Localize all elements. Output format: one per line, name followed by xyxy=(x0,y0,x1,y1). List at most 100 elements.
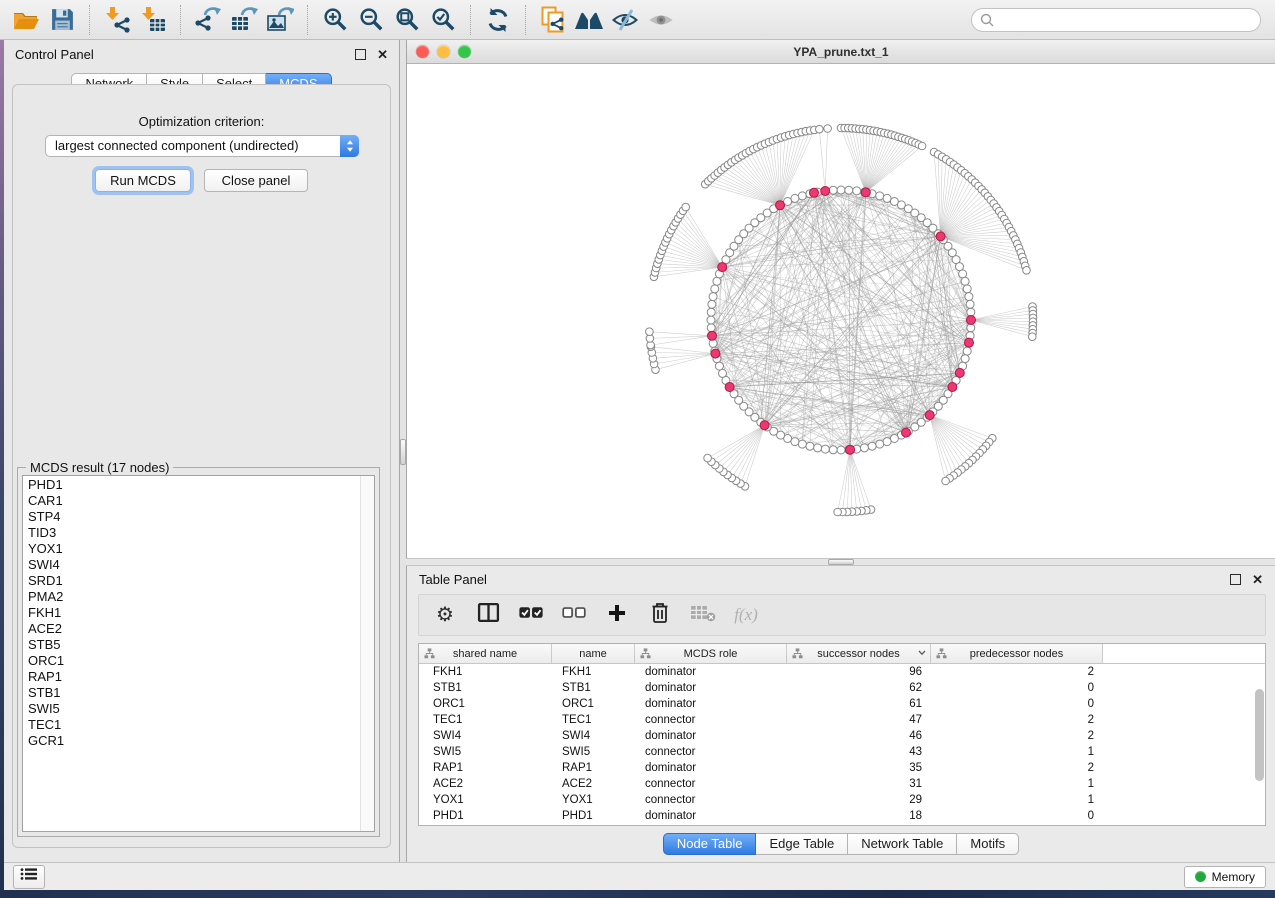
column-header-shared-name[interactable]: shared name xyxy=(419,644,552,663)
splitter-grip[interactable] xyxy=(828,559,854,565)
export-image-button[interactable] xyxy=(262,4,298,36)
tab-network-table[interactable]: Network Table xyxy=(848,833,957,855)
table-scrollbar[interactable] xyxy=(1255,665,1264,823)
graph-leaf-node[interactable] xyxy=(1023,267,1031,275)
graph-node[interactable] xyxy=(711,285,719,293)
mcds-result-item[interactable]: CAR1 xyxy=(23,493,361,509)
graph-node[interactable] xyxy=(791,438,799,446)
table-row[interactable]: SWI5SWI5connector431 xyxy=(419,744,1265,760)
graph-node[interactable] xyxy=(713,277,721,285)
import-table-button[interactable] xyxy=(135,4,171,36)
float-panel-icon[interactable] xyxy=(1230,574,1241,585)
graph-node[interactable] xyxy=(806,442,814,450)
deselect-all-rows-button[interactable] xyxy=(562,601,586,629)
hide-selected-button[interactable] xyxy=(607,4,643,36)
graph-mcds-node[interactable] xyxy=(948,383,957,392)
table-row[interactable]: PHD1PHD1dominator180 xyxy=(419,808,1265,824)
toggle-column-panel-button[interactable] xyxy=(476,601,500,629)
graph-node[interactable] xyxy=(837,186,845,194)
horizontal-splitter[interactable] xyxy=(406,558,1275,566)
create-column-button[interactable] xyxy=(605,601,629,629)
mcds-result-item[interactable]: SWI4 xyxy=(23,557,361,573)
column-header-successor-nodes[interactable]: successor nodes xyxy=(787,644,931,663)
tab-node-table[interactable]: Node Table xyxy=(663,833,757,855)
first-neighbors-button[interactable] xyxy=(571,4,607,36)
mcds-result-item[interactable]: STB5 xyxy=(23,637,361,653)
table-row[interactable]: TEC1TEC1connector472 xyxy=(419,712,1265,728)
close-panel-icon[interactable]: ✕ xyxy=(1252,573,1263,586)
graph-node[interactable] xyxy=(829,186,837,194)
mcds-result-item[interactable]: SWI5 xyxy=(23,701,361,717)
close-window-icon[interactable] xyxy=(416,45,429,58)
graph-node[interactable] xyxy=(876,440,884,448)
table-row[interactable]: ACE2ACE2connector311 xyxy=(419,776,1265,792)
mcds-result-item[interactable]: STP4 xyxy=(23,509,361,525)
graph-node[interactable] xyxy=(956,263,964,271)
scrollbar-thumb[interactable] xyxy=(1255,689,1264,781)
graph-mcds-node[interactable] xyxy=(776,201,785,210)
graph-mcds-node[interactable] xyxy=(718,263,727,272)
import-network-button[interactable] xyxy=(99,4,135,36)
graph-mcds-node[interactable] xyxy=(967,316,976,325)
mcds-list-scrollbar[interactable] xyxy=(360,476,374,831)
graph-node[interactable] xyxy=(876,192,884,200)
graph-node[interactable] xyxy=(715,362,723,370)
graph-node[interactable] xyxy=(798,192,806,200)
graph-node[interactable] xyxy=(961,355,969,363)
network-graph[interactable] xyxy=(407,64,1274,557)
graph-leaf-node[interactable] xyxy=(704,454,712,462)
graph-leaf-node[interactable] xyxy=(1029,333,1037,341)
graph-node[interactable] xyxy=(707,308,715,316)
refresh-view-button[interactable] xyxy=(480,4,516,36)
close-panel-icon[interactable]: ✕ xyxy=(377,48,388,61)
graph-mcds-node[interactable] xyxy=(902,428,911,437)
column-header-MCDS-role[interactable]: MCDS role xyxy=(635,644,787,663)
graph-node[interactable] xyxy=(890,435,898,443)
mcds-result-item[interactable]: ORC1 xyxy=(23,653,361,669)
clone-network-button[interactable] xyxy=(535,4,571,36)
mcds-result-item[interactable]: STB1 xyxy=(23,685,361,701)
graph-node[interactable] xyxy=(959,270,967,278)
delete-columns-button[interactable] xyxy=(648,601,672,629)
search-input[interactable] xyxy=(971,8,1261,32)
mcds-result-item[interactable]: TEC1 xyxy=(23,717,361,733)
mcds-result-item[interactable]: PHD1 xyxy=(23,477,361,493)
graph-node[interactable] xyxy=(967,324,975,332)
graph-node[interactable] xyxy=(798,440,806,448)
float-panel-icon[interactable] xyxy=(355,49,366,60)
graph-node[interactable] xyxy=(845,186,853,194)
graph-node[interactable] xyxy=(963,347,971,355)
graph-mcds-node[interactable] xyxy=(965,338,974,347)
graph-node[interactable] xyxy=(966,300,974,308)
graph-mcds-node[interactable] xyxy=(936,232,945,241)
export-network-button[interactable] xyxy=(190,4,226,36)
zoom-fit-button[interactable] xyxy=(389,4,425,36)
graph-leaf-node[interactable] xyxy=(646,328,654,336)
graph-node[interactable] xyxy=(719,369,727,377)
column-header-name[interactable]: name xyxy=(552,644,635,663)
memory-button[interactable]: Memory xyxy=(1184,866,1266,888)
table-row[interactable]: RAP1RAP1dominator352 xyxy=(419,760,1265,776)
zoom-selected-button[interactable] xyxy=(425,4,461,36)
task-history-button[interactable] xyxy=(13,865,45,889)
close-panel-button[interactable]: Close panel xyxy=(204,169,308,192)
graph-mcds-node[interactable] xyxy=(725,383,734,392)
graph-node[interactable] xyxy=(868,442,876,450)
open-file-button[interactable] xyxy=(8,4,44,36)
graph-leaf-node[interactable] xyxy=(918,142,926,150)
graph-node[interactable] xyxy=(860,444,868,452)
tab-edge-table[interactable]: Edge Table xyxy=(756,833,848,855)
graph-node[interactable] xyxy=(707,316,715,324)
network-canvas[interactable] xyxy=(407,64,1275,558)
mcds-result-item[interactable]: RAP1 xyxy=(23,669,361,685)
graph-node[interactable] xyxy=(709,293,717,301)
table-settings-button[interactable]: ⚙ xyxy=(433,601,457,629)
graph-mcds-node[interactable] xyxy=(810,188,819,197)
graph-leaf-node[interactable] xyxy=(816,125,824,133)
graph-leaf-node[interactable] xyxy=(824,125,832,133)
mcds-result-item[interactable]: PMA2 xyxy=(23,589,361,605)
graph-mcds-node[interactable] xyxy=(708,331,717,340)
graph-mcds-node[interactable] xyxy=(821,187,830,196)
minimize-window-icon[interactable] xyxy=(437,45,450,58)
graph-node[interactable] xyxy=(967,308,975,316)
